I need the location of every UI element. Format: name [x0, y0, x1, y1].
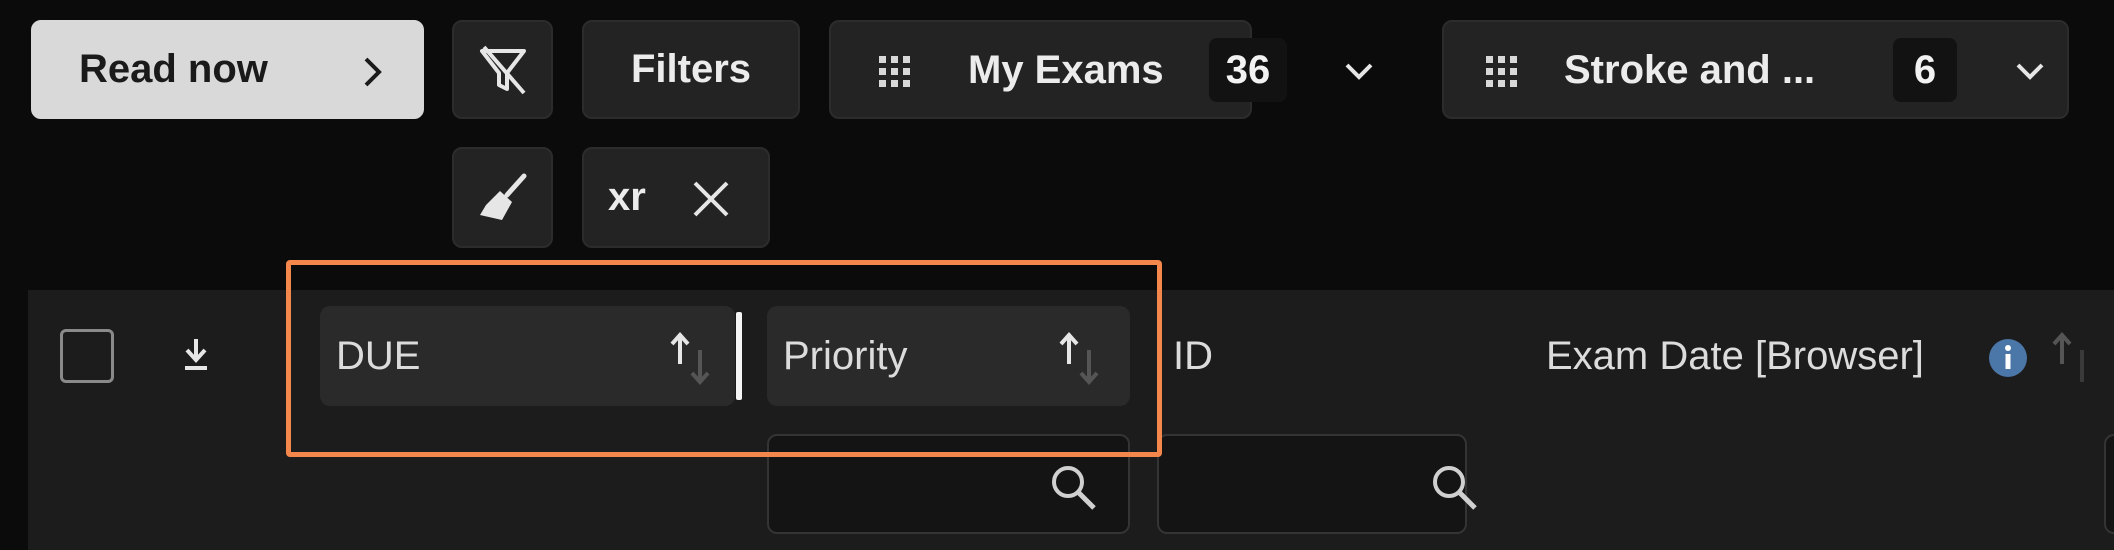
drag-grid-icon	[877, 54, 913, 90]
filter-off-icon	[476, 43, 530, 97]
chevron-down-icon[interactable]	[1344, 62, 1374, 80]
chevron-right-icon	[363, 56, 383, 88]
worklist-my-exams[interactable]: My Exams 36	[829, 20, 1373, 119]
worklist-count-badge: 36	[1209, 38, 1287, 102]
column-header-exam-date[interactable]: Exam Date [Browser]	[1546, 334, 1924, 379]
search-icon	[1048, 462, 1098, 512]
column-header-id[interactable]: ID	[1173, 334, 1213, 379]
filters-button[interactable]: Filters	[582, 20, 800, 119]
info-icon[interactable]	[1988, 338, 2028, 378]
highlight-annotation	[286, 260, 1162, 457]
clear-filter-button[interactable]	[452, 20, 553, 119]
select-all-checkbox[interactable]	[60, 329, 114, 383]
download-icon[interactable]	[182, 337, 210, 371]
filter-chip-xr[interactable]: xr	[582, 147, 770, 248]
broom-icon	[476, 171, 530, 225]
clear-all-button[interactable]	[452, 147, 553, 248]
read-now-button[interactable]: Read now	[31, 20, 424, 119]
search-input-partial[interactable]	[2104, 434, 2114, 534]
read-now-label: Read now	[79, 47, 268, 91]
worklist-label: Stroke and ...	[1564, 48, 1816, 92]
sort-icon[interactable]	[2050, 330, 2090, 390]
worklist-count-badge: 6	[1893, 38, 1957, 102]
filter-chip-label: xr	[608, 175, 646, 219]
search-icon	[1429, 462, 1479, 512]
drag-grid-icon	[1484, 54, 1520, 90]
close-icon[interactable]	[691, 179, 731, 219]
worklist-stroke[interactable]: Stroke and ... 6	[1442, 20, 2069, 119]
id-search-input[interactable]	[1157, 434, 1477, 534]
worklist-label: My Exams	[968, 48, 1164, 92]
chevron-down-icon[interactable]	[2015, 62, 2045, 80]
filters-label: Filters	[630, 47, 752, 91]
